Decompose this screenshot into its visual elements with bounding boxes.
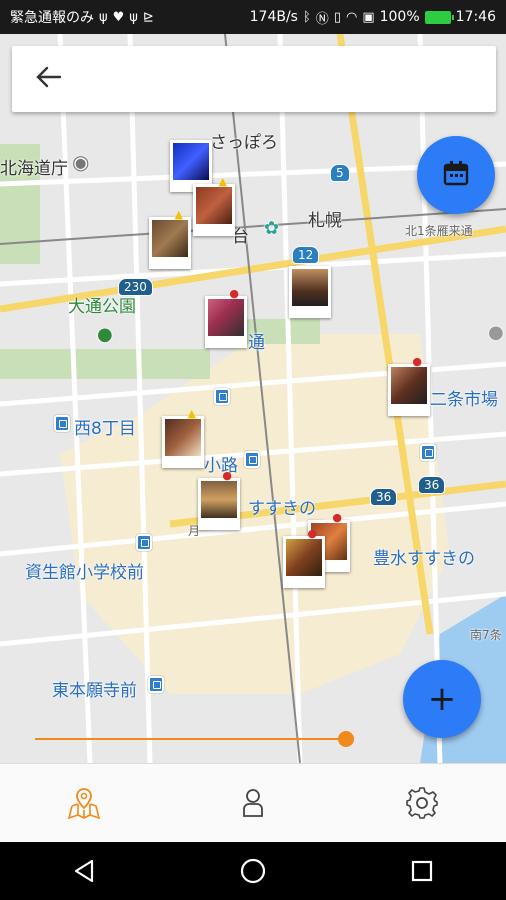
- sim-icon: ▣: [362, 9, 375, 25]
- station-icon: [214, 388, 230, 405]
- photo-marker[interactable]: ●: [198, 470, 240, 530]
- photo-marker[interactable]: ●: [388, 356, 430, 416]
- poi-pin-icon: ●: [488, 322, 504, 343]
- carrier-text: 緊急通報のみ: [10, 10, 94, 26]
- label-odori: 通: [248, 333, 265, 353]
- gear-icon: [405, 787, 438, 819]
- bluetooth-icon: ᛒ: [302, 9, 311, 25]
- route-shield-36b: 36: [418, 476, 446, 494]
- pin-icon: ▲: [187, 407, 196, 420]
- battery-percent: 100%: [379, 9, 420, 25]
- system-home-button[interactable]: [233, 851, 273, 891]
- photo-marker[interactable]: ●: [205, 288, 247, 348]
- time-slider-track[interactable]: [35, 738, 347, 740]
- time-slider-thumb[interactable]: [338, 731, 354, 747]
- back-triangle-icon: [75, 859, 94, 883]
- pin-icon: ▲: [174, 208, 183, 221]
- route-shield-230: 230: [118, 278, 153, 296]
- label-hokkaido-office: 北海道庁: [0, 159, 68, 179]
- label-susukino: すすきの: [248, 499, 316, 519]
- station-icon: [136, 534, 152, 551]
- route-shield-12: 12: [292, 246, 320, 264]
- map-icon: [68, 788, 101, 820]
- place-pin-icon: ◉: [72, 150, 90, 174]
- calendar-icon: [443, 160, 469, 190]
- network-speed: 174B/s: [249, 9, 298, 25]
- back-arrow-icon[interactable]: [36, 64, 62, 94]
- pin-icon: ●: [229, 287, 239, 300]
- photo-marker[interactable]: [289, 266, 331, 318]
- label-hosui-susukino: 豊水すすきの: [373, 549, 475, 569]
- heart-icon: ♥: [112, 9, 125, 25]
- station-icon: [54, 415, 70, 432]
- photo-marker[interactable]: ●: [283, 528, 325, 588]
- pin-icon: ●: [412, 355, 422, 368]
- label-sapporo-hiragana: さっぽろ: [210, 133, 278, 153]
- wifi-icon: ◠: [345, 9, 358, 25]
- nav-settings[interactable]: [392, 778, 452, 828]
- pin-icon: ▲: [218, 175, 227, 188]
- label-minami7: 南7条: [470, 628, 502, 642]
- station-icon: [148, 676, 164, 693]
- recents-square-icon: [411, 860, 432, 882]
- pin-icon: ●: [222, 469, 232, 482]
- station-icon: [420, 444, 436, 461]
- nav-profile[interactable]: [223, 778, 283, 828]
- label-sapporo-station: 札幌: [308, 211, 342, 231]
- map-view[interactable]: さっぽろ 北海道庁 札幌 北1条雁来通 大通公園 通 西8丁目 二条市場 小路 …: [0, 34, 506, 763]
- route-shield-5: 5: [330, 164, 350, 182]
- route-shield-36a: 36: [370, 488, 398, 506]
- park-pin-icon: ●: [97, 324, 113, 345]
- system-recents-button[interactable]: [402, 851, 442, 891]
- pin-icon: ●: [332, 511, 342, 524]
- bottom-navigation: [0, 763, 506, 842]
- photo-marker[interactable]: ▲: [149, 209, 191, 269]
- station-icon: [244, 451, 260, 468]
- label-nishi8: 西8丁目: [74, 419, 136, 439]
- clock: 17:46: [455, 9, 496, 25]
- nav-map[interactable]: [54, 778, 114, 828]
- vibrate-icon: ▯: [333, 9, 341, 25]
- usb-icon: ψ: [99, 9, 108, 25]
- calendar-button[interactable]: [417, 136, 495, 214]
- search-bar[interactable]: [12, 46, 496, 112]
- nfc-icon: Ⓝ: [315, 11, 329, 27]
- battery-icon: [424, 10, 454, 24]
- home-circle-icon: [240, 858, 266, 884]
- label-koji: 小路: [204, 456, 238, 476]
- pin-icon: ●: [307, 527, 317, 540]
- system-back-button[interactable]: [64, 851, 104, 891]
- label-shiseikan: 資生館小学校前: [25, 563, 144, 583]
- add-button[interactable]: +: [403, 660, 481, 738]
- attraction-pin-icon: ✿: [264, 218, 280, 239]
- status-bar: 緊急通報のみ ψ ♥ ψ ⊵ 174B/s ᛒ Ⓝ ▯ ◠ ▣ 100% 17:…: [0, 0, 506, 34]
- label-higashi-honganji: 東本願寺前: [52, 681, 137, 701]
- usb-debug-icon: ψ: [129, 9, 138, 25]
- add-icon: +: [427, 679, 457, 719]
- notification-icon: ⊵: [142, 9, 154, 25]
- person-icon: [243, 789, 263, 817]
- label-kita1jo: 北1条雁来通: [405, 224, 473, 238]
- system-navigation-bar: [0, 842, 506, 900]
- photo-marker[interactable]: ▲: [193, 176, 235, 236]
- photo-marker[interactable]: ▲: [162, 408, 204, 468]
- label-nijo-market: 二条市場: [430, 390, 498, 410]
